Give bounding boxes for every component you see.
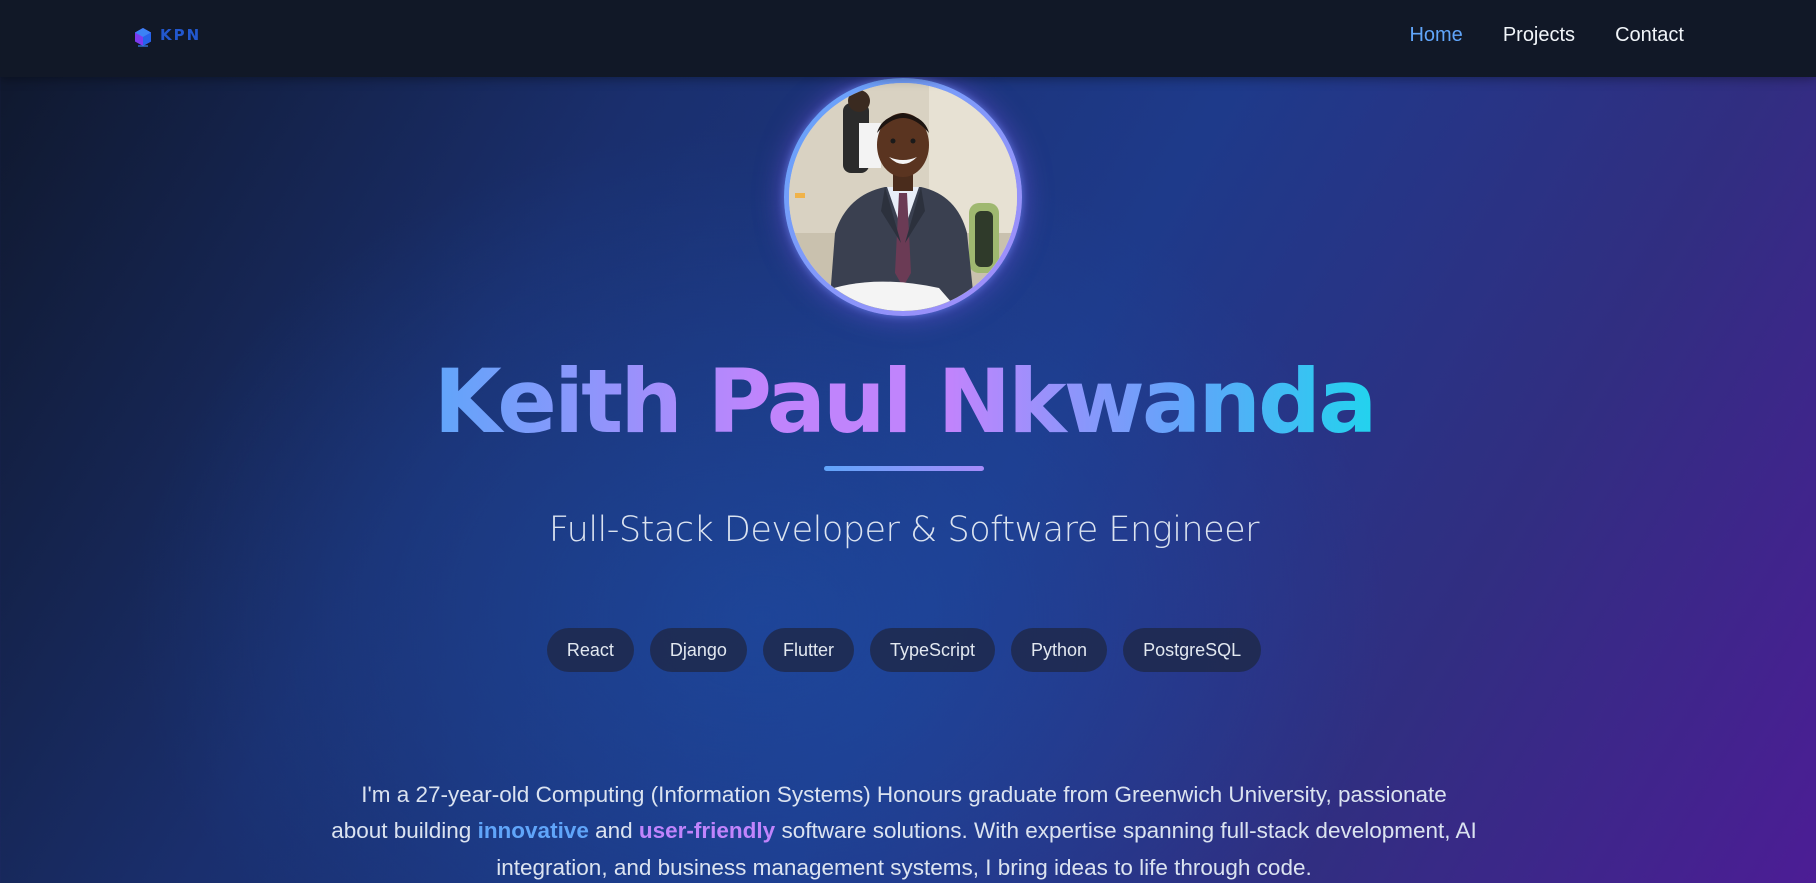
navbar: KPN Home Projects Contact	[0, 0, 1816, 77]
bio-paragraph: I'm a 27-year-old Computing (Information…	[330, 777, 1478, 883]
hexagon-logo-icon	[135, 28, 151, 47]
bio-highlight-user-friendly: user-friendly	[638, 818, 776, 843]
name-underline-divider	[824, 466, 984, 471]
tag-python[interactable]: Python	[1011, 628, 1108, 672]
tag-flutter[interactable]: Flutter	[762, 628, 854, 672]
nav-link-contact[interactable]: Contact	[1615, 24, 1684, 47]
logo-text: KPN	[160, 26, 202, 44]
hero-name: Keith Paul Nkwanda	[0, 352, 1808, 452]
logo-link[interactable]: KPN	[132, 26, 201, 48]
nav-links: Home Projects Contact	[1409, 24, 1684, 47]
tag-react[interactable]: React	[546, 628, 634, 672]
avatar-ring	[784, 78, 1022, 316]
tech-tags: React Django Flutter TypeScript Python P…	[0, 628, 1808, 672]
nav-link-projects[interactable]: Projects	[1503, 24, 1575, 47]
bio-text-2: and	[588, 818, 639, 843]
bio-highlight-innovative: innovative	[477, 818, 589, 843]
nav-link-home[interactable]: Home	[1409, 24, 1462, 47]
hero-name-text: Keith Paul Nkwanda	[433, 350, 1378, 453]
hero-subtitle: Full-Stack Developer & Software Engineer	[548, 510, 1260, 550]
tag-typescript[interactable]: TypeScript	[869, 628, 996, 672]
tag-django[interactable]: Django	[649, 628, 747, 672]
tag-postgresql[interactable]: PostgreSQL	[1123, 628, 1262, 672]
profile-photo	[789, 83, 1017, 311]
